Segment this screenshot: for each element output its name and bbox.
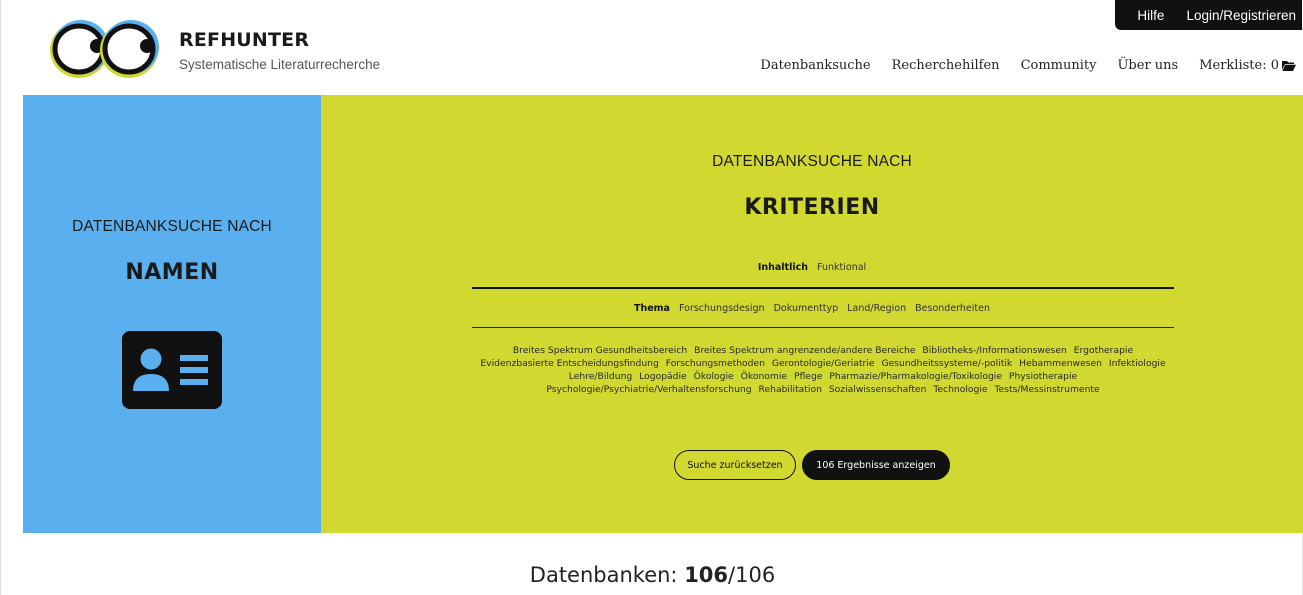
name-search-title: NAMEN: [125, 260, 219, 285]
criteria-subtabs: Thema Forschungsdesign Dokumenttyp Land/…: [321, 303, 1303, 314]
database-count-label: Datenbanken:: [529, 563, 685, 587]
topic-item[interactable]: Pflege: [794, 371, 822, 382]
top-utility-bar: Hilfe Login/Registrieren: [1115, 0, 1302, 30]
topic-item[interactable]: Hebammenwesen: [1019, 358, 1102, 369]
database-count-total: /106: [728, 563, 776, 587]
criteria-search-kicker: DATENBANKSUCHE NACH: [712, 153, 912, 170]
page: REFHUNTER Systematische Literaturrecherc…: [0, 0, 1303, 595]
login-register-link[interactable]: Login/Registrieren: [1186, 8, 1296, 23]
reset-search-button[interactable]: Suche zurücksetzen: [674, 450, 796, 480]
name-search-kicker: DATENBANKSUCHE NACH: [72, 218, 272, 235]
subtab-forschungsdesign[interactable]: Forschungsdesign: [679, 303, 765, 314]
topic-item[interactable]: Ökonomie: [741, 371, 787, 382]
criteria-type-tabs: Inhaltlich Funktional: [321, 262, 1303, 273]
criteria-search-panel: DATENBANKSUCHE NACH KRITERIEN Inhaltlich…: [321, 95, 1303, 533]
topic-item[interactable]: Pharmazie/Pharmakologie/Toxikologie: [829, 371, 1002, 382]
subtab-dokumenttyp[interactable]: Dokumenttyp: [774, 303, 839, 314]
topic-item[interactable]: Forschungsmethoden: [666, 358, 765, 369]
refhunter-logo[interactable]: [46, 13, 161, 83]
topic-item[interactable]: Ergotherapie: [1074, 345, 1133, 356]
tab-inhaltlich[interactable]: Inhaltlich: [758, 262, 808, 273]
folder-icon: [1282, 61, 1296, 71]
topic-list: Breites Spektrum Gesundheitsbereich Brei…: [472, 344, 1174, 396]
tab-funktional[interactable]: Funktional: [817, 262, 866, 273]
brand-name[interactable]: REFHUNTER: [179, 29, 309, 51]
main-navigation: Datenbanksuche Recherchehilfen Community…: [739, 58, 1296, 73]
topic-item[interactable]: Tests/Messinstrumente: [994, 384, 1099, 395]
criteria-search-title: KRITERIEN: [744, 195, 880, 220]
topic-item[interactable]: Gesundheitssysteme/-politik: [881, 358, 1012, 369]
topic-item[interactable]: Infektiologie: [1109, 358, 1166, 369]
nav-community[interactable]: Community: [1021, 58, 1097, 73]
nav-recherchehilfen[interactable]: Recherchehilfen: [892, 58, 1000, 73]
topic-item[interactable]: Breites Spektrum Gesundheitsbereich: [513, 345, 687, 356]
divider: [472, 327, 1174, 328]
topic-item[interactable]: Psychologie/Psychiatrie/Verhaltensforsch…: [546, 384, 751, 395]
topic-item[interactable]: Breites Spektrum angrenzende/andere Bere…: [694, 345, 915, 356]
id-card-icon: [122, 331, 222, 409]
action-buttons: Suche zurücksetzen 106 Ergebnisse anzeig…: [321, 450, 1303, 480]
topic-item[interactable]: Evidenzbasierte Entscheidungsfindung: [480, 358, 658, 369]
divider: [472, 287, 1174, 289]
merkliste-link[interactable]: Merkliste: 0: [1199, 58, 1296, 73]
subtab-besonderheiten[interactable]: Besonderheiten: [915, 303, 990, 314]
show-results-button[interactable]: 106 Ergebnisse anzeigen: [802, 450, 950, 480]
topic-item[interactable]: Technologie: [933, 384, 987, 395]
help-link[interactable]: Hilfe: [1137, 8, 1164, 23]
topic-item[interactable]: Lehre/Bildung: [569, 371, 632, 382]
merkliste-label: Merkliste: 0: [1199, 58, 1279, 73]
name-search-panel[interactable]: DATENBANKSUCHE NACH NAMEN: [23, 95, 321, 533]
header: REFHUNTER Systematische Literaturrecherc…: [1, 0, 1303, 95]
database-count: Datenbanken: 106/106: [1, 563, 1303, 587]
subtab-land-region[interactable]: Land/Region: [847, 303, 906, 314]
topic-item[interactable]: Bibliotheks-/Informationswesen: [922, 345, 1066, 356]
topic-item[interactable]: Sozialwissenschaften: [829, 384, 927, 395]
brand-subtitle: Systematische Literaturrecherche: [179, 57, 381, 72]
database-count-shown: 106: [684, 563, 729, 587]
nav-datenbanksuche[interactable]: Datenbanksuche: [760, 58, 870, 73]
topic-item[interactable]: Gerontologie/Geriatrie: [772, 358, 875, 369]
nav-ueber-uns[interactable]: Über uns: [1117, 58, 1178, 73]
topic-item[interactable]: Ökologie: [694, 371, 734, 382]
topic-item[interactable]: Rehabilitation: [759, 384, 822, 395]
topic-item[interactable]: Logopädie: [639, 371, 687, 382]
subtab-thema[interactable]: Thema: [634, 303, 670, 314]
topic-item[interactable]: Physiotherapie: [1009, 371, 1077, 382]
